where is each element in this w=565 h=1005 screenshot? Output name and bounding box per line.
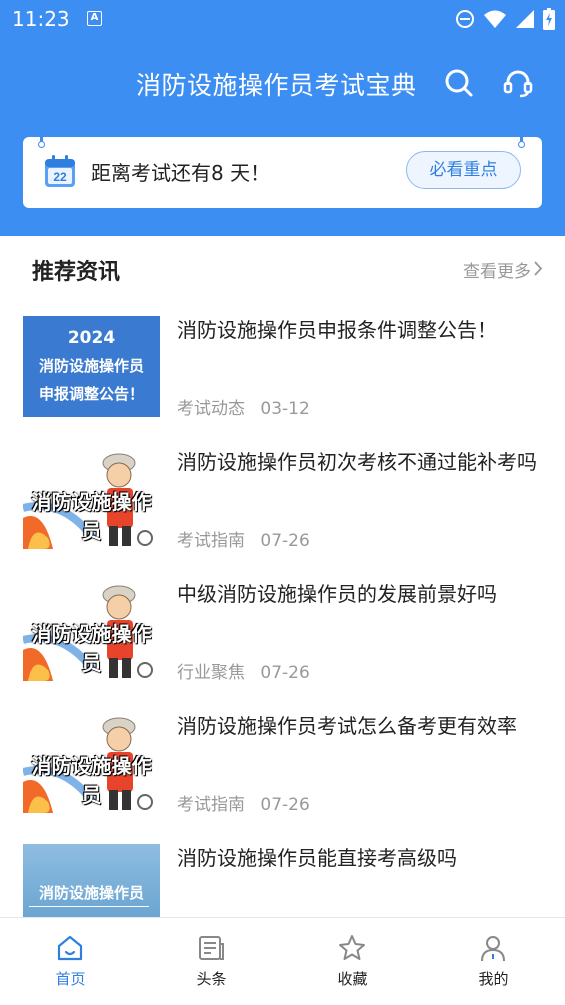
calendar-day: 22: [53, 170, 67, 184]
section-title: 推荐资讯: [32, 260, 121, 285]
thumb-text: 申报调整公告！: [38, 385, 144, 403]
thumb-divider: [29, 906, 149, 907]
news-list: 2024 消防设施操作员 申报调整公告！ 消防设施操作员申报条件调整公告！ 考试…: [0, 300, 565, 917]
exam-countdown-card: 22 距离考试还有8 天！ 必看重点: [23, 131, 542, 208]
thumb-caption: 消防设施操作员: [31, 754, 152, 807]
dnd-icon: [456, 10, 474, 28]
news-item[interactable]: 消防设施操作员 中级消防设施操作员的发展前景好吗 行业聚焦 07-26: [0, 564, 565, 696]
news-meta: 考试指南 07-26: [177, 790, 310, 815]
home-icon: [57, 935, 83, 961]
news-icon: [199, 936, 224, 960]
app-notification-icon: A: [87, 11, 102, 26]
news-item[interactable]: 消防设施操作员 消防设施操作员能直接考高级吗: [0, 828, 565, 917]
thumb-caption: 消防设施操作员: [31, 490, 152, 543]
signal-icon: [516, 10, 534, 28]
view-more-link[interactable]: 查看更多: [463, 257, 531, 282]
news-thumbnail: 消防设施操作员: [23, 448, 160, 549]
news-thumbnail: 消防设施操作员: [23, 712, 160, 813]
news-meta: 考试指南 07-26: [177, 526, 310, 551]
search-icon[interactable]: [444, 68, 474, 98]
news-category: 考试动态: [177, 399, 245, 419]
tab-home[interactable]: 首页: [0, 918, 141, 1005]
headset-icon[interactable]: [503, 68, 533, 98]
news-thumbnail: 消防设施操作员: [23, 580, 160, 681]
news-item[interactable]: 消防设施操作员 消防设施操作员考试怎么备考更有效率 考试指南 07-26: [0, 696, 565, 828]
tab-profile[interactable]: 我的: [423, 918, 564, 1005]
news-meta: 考试动态 03-12: [177, 394, 310, 419]
status-time: 11:23: [12, 7, 70, 31]
key-points-button[interactable]: 必看重点: [406, 151, 521, 189]
chevron-right-icon[interactable]: [533, 261, 543, 276]
wifi-icon: [484, 10, 506, 28]
news-item[interactable]: 2024 消防设施操作员 申报调整公告！ 消防设施操作员申报条件调整公告！ 考试…: [0, 300, 565, 432]
thumb-caption: 消防设施操作员: [38, 884, 144, 902]
news-title: 中级消防设施操作员的发展前景好吗: [177, 582, 497, 606]
news-date: 07-26: [260, 663, 310, 683]
profile-icon: [481, 936, 505, 962]
bottom-tab-bar: 首页 头条 收藏 我的: [0, 917, 565, 1004]
header: 11:23 A 消防设施操作员考试宝典 22 距离考试还有8 天！ 必看重点: [0, 0, 565, 236]
news-category: 考试指南: [177, 795, 245, 815]
recommended-news-header: 推荐资讯 查看更多: [0, 236, 565, 300]
news-title: 消防设施操作员申报条件调整公告！: [177, 318, 497, 342]
tab-news[interactable]: 头条: [141, 918, 282, 1005]
tab-label: 收藏: [337, 970, 368, 988]
card-pin: [38, 131, 45, 148]
app-title: 消防设施操作员考试宝典: [136, 71, 417, 100]
news-category: 行业聚焦: [177, 663, 245, 683]
news-category: 考试指南: [177, 531, 245, 551]
tab-label: 我的: [478, 970, 509, 988]
star-icon: [339, 935, 365, 960]
news-date: 07-26: [260, 531, 310, 551]
news-meta: 行业聚焦 07-26: [177, 658, 310, 683]
tab-label: 首页: [55, 970, 86, 988]
card-pin: [518, 131, 525, 148]
news-title: 消防设施操作员初次考核不通过能补考吗: [177, 450, 537, 474]
tab-label: 头条: [196, 970, 227, 988]
news-title: 消防设施操作员能直接考高级吗: [177, 846, 457, 870]
countdown-text: 距离考试还有8 天！: [91, 161, 271, 185]
news-thumbnail: 2024 消防设施操作员 申报调整公告！: [23, 316, 160, 417]
news-thumbnail: 消防设施操作员: [23, 844, 160, 917]
thumb-caption: 消防设施操作员: [31, 622, 152, 675]
news-date: 03-12: [260, 399, 310, 419]
news-item[interactable]: 消防设施操作员 消防设施操作员初次考核不通过能补考吗 考试指南 07-26: [0, 432, 565, 564]
thumb-text: 消防设施操作员: [38, 357, 144, 375]
tab-favorites[interactable]: 收藏: [282, 918, 423, 1005]
battery-icon: [543, 8, 555, 30]
news-title: 消防设施操作员考试怎么备考更有效率: [177, 714, 517, 738]
status-bar: 11:23 A: [0, 0, 565, 38]
thumb-text: 2024: [67, 328, 116, 348]
calendar-icon: 22: [45, 155, 75, 187]
news-date: 07-26: [260, 795, 310, 815]
